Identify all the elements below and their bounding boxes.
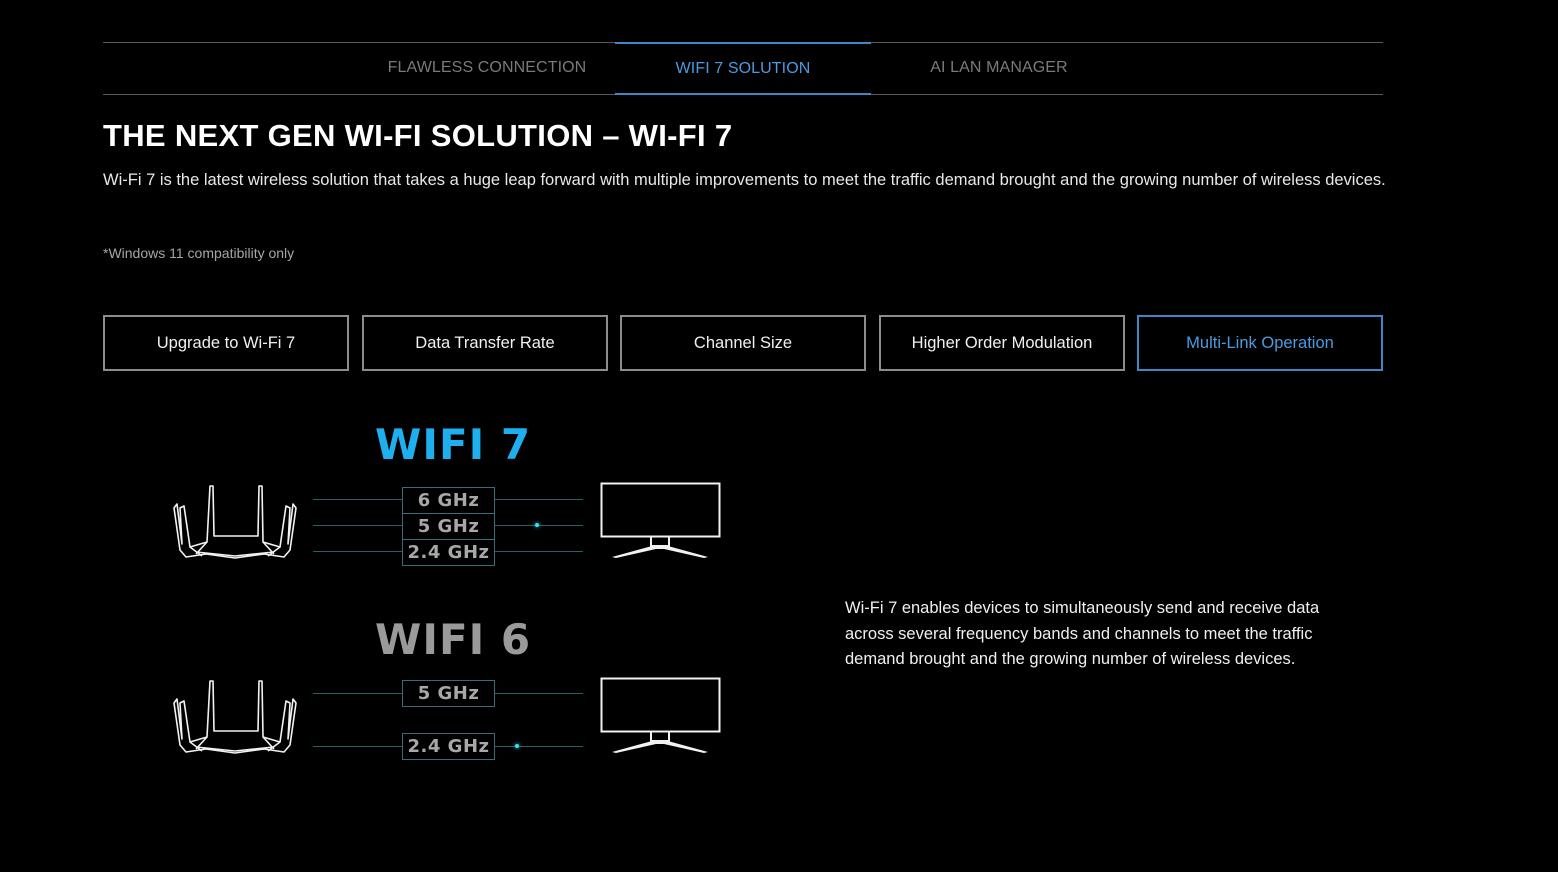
- feature-tab-higher-order-modulation[interactable]: Higher Order Modulation: [879, 315, 1125, 371]
- feature-tab-channel-size[interactable]: Channel Size: [620, 315, 866, 371]
- wifi7-title: WIFI 7: [375, 420, 532, 469]
- router-icon: [173, 485, 297, 559]
- feature-tab-upgrade[interactable]: Upgrade to Wi-Fi 7: [103, 315, 349, 371]
- feature-tab-multi-link-operation[interactable]: Multi-Link Operation: [1137, 315, 1383, 371]
- monitor-icon: [600, 482, 721, 558]
- feature-tab-data-transfer-rate[interactable]: Data Transfer Rate: [362, 315, 608, 371]
- router-icon: [173, 680, 297, 754]
- compatibility-note: *Windows 11 compatibility only: [103, 245, 295, 261]
- band-label-5ghz: 5 GHz: [402, 513, 495, 540]
- band-label-2-4ghz: 2.4 GHz: [402, 539, 495, 566]
- section-tab-bar: FLAWLESS CONNECTION WIFI 7 SOLUTION AI L…: [103, 42, 1383, 95]
- band-label-2-4ghz: 2.4 GHz: [402, 733, 495, 760]
- multi-link-description: Wi-Fi 7 enables devices to simultaneousl…: [845, 599, 1320, 668]
- page-title: THE NEXT GEN WI-FI SOLUTION – WI-FI 7: [103, 118, 733, 153]
- band-label-6ghz: 6 GHz: [402, 487, 495, 514]
- page-description: Wi-Fi 7 is the latest wireless solution …: [103, 171, 1386, 189]
- feature-tabs: Upgrade to Wi-Fi 7 Data Transfer Rate Ch…: [103, 315, 1383, 371]
- wifi6-title: WIFI 6: [375, 615, 532, 664]
- signal-dot: [535, 523, 539, 527]
- tab-flawless-connection[interactable]: FLAWLESS CONNECTION: [359, 42, 615, 93]
- tab-wifi7-solution[interactable]: WIFI 7 SOLUTION: [615, 42, 871, 95]
- tab-ai-lan-manager[interactable]: AI LAN MANAGER: [871, 42, 1127, 93]
- band-label-5ghz: 5 GHz: [402, 680, 495, 707]
- signal-dot: [515, 744, 519, 748]
- monitor-icon: [600, 677, 721, 753]
